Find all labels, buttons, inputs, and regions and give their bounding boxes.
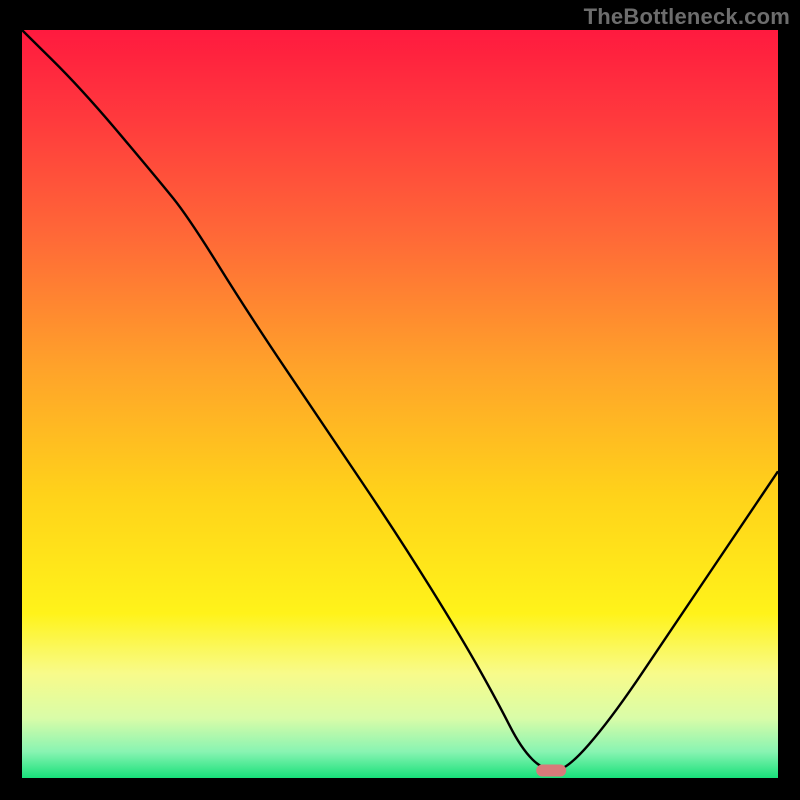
optimal-point-marker (536, 765, 566, 777)
bottleneck-chart (22, 30, 778, 778)
watermark-text: TheBottleneck.com (584, 4, 790, 30)
plot-area (22, 30, 778, 778)
chart-frame: TheBottleneck.com (0, 0, 800, 800)
gradient-background (22, 30, 778, 778)
